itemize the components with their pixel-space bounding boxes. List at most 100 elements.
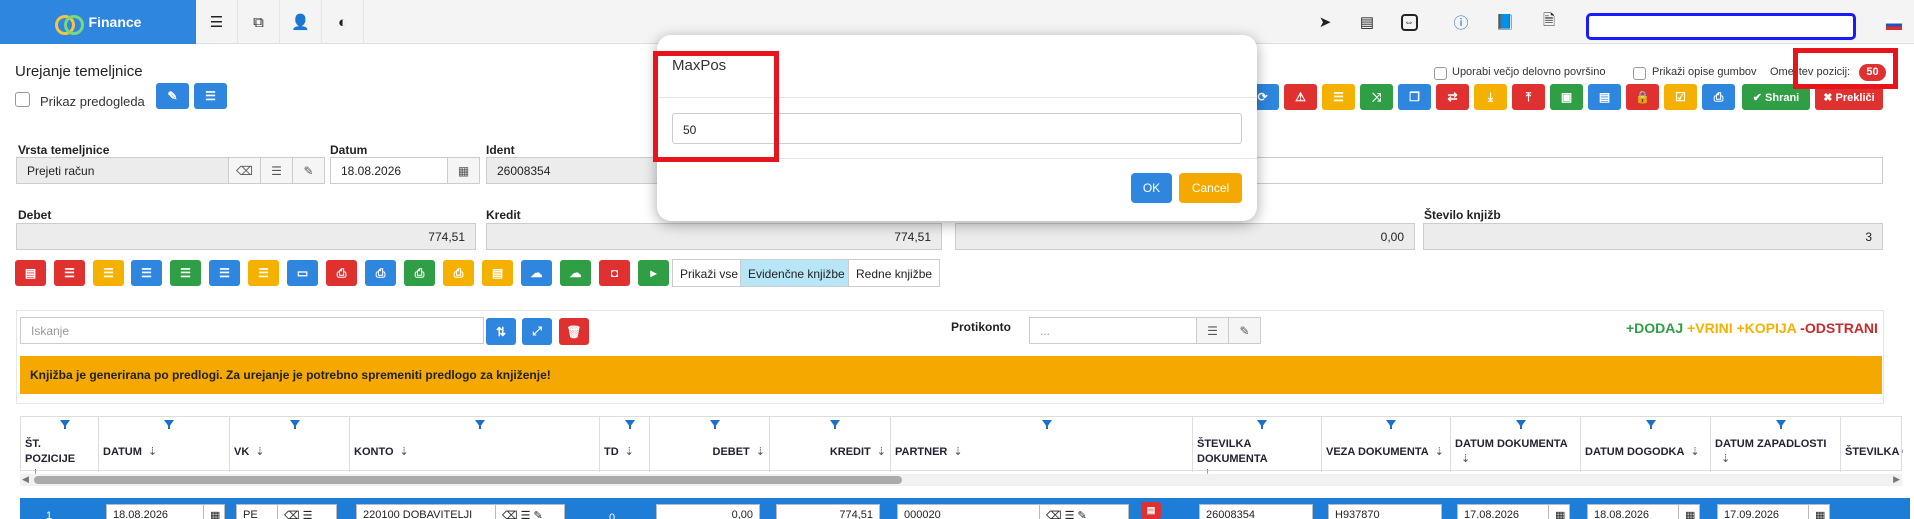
list-yellow-button[interactable]: ☰ bbox=[93, 260, 124, 286]
tab-evidence[interactable]: Evidenčne knjižbe bbox=[740, 259, 853, 287]
play-button[interactable]: ▸ bbox=[638, 260, 669, 286]
calendar-icon[interactable]: ▦ bbox=[1808, 504, 1830, 519]
paper-plane-icon[interactable]: ➤ bbox=[1304, 0, 1346, 44]
print-blue-button[interactable]: ⎙ bbox=[365, 260, 396, 286]
col-date[interactable]: DATUM ⇣ bbox=[99, 417, 230, 472]
calendar-icon[interactable]: ▦ bbox=[1548, 504, 1570, 519]
check-button[interactable]: ☑ bbox=[1664, 84, 1697, 110]
edit-icon[interactable]: ✎ bbox=[1228, 317, 1261, 344]
save-as-button[interactable]: ▤ bbox=[1588, 84, 1621, 110]
row-partner[interactable]: 000020 KEMOFARMACIJA bbox=[897, 504, 1040, 519]
col-doc-number[interactable]: ŠTEVILKA DOKUMENTA⇣ bbox=[1193, 417, 1322, 480]
row-due-date[interactable]: 17.09.2026 bbox=[1717, 504, 1809, 519]
dialog-cancel-button[interactable]: Cancel bbox=[1179, 173, 1242, 203]
row-invoice-button[interactable]: ▤ bbox=[1141, 502, 1161, 519]
tab-show-all[interactable]: Prikaži vse bbox=[672, 259, 747, 287]
list-view-button[interactable]: ☰ bbox=[194, 83, 227, 109]
col-position[interactable]: ŠT. POZICIJE⇣ bbox=[21, 417, 99, 480]
button-desc-checkbox[interactable] bbox=[1633, 67, 1646, 80]
col-doc-date[interactable]: DATUM DOKUMENTA ⇣ bbox=[1451, 417, 1581, 472]
list-red-button[interactable]: ☰ bbox=[54, 260, 85, 286]
card-icon[interactable]: ▤ bbox=[1346, 0, 1388, 44]
shuffle-button[interactable]: ⤨ bbox=[1360, 84, 1393, 110]
book-icon[interactable]: 📘 bbox=[1484, 0, 1526, 44]
preview-checkbox[interactable] bbox=[15, 92, 30, 107]
row-doc-link[interactable]: H937870 bbox=[1328, 504, 1442, 519]
row-kredit[interactable]: 774,51 bbox=[776, 504, 880, 519]
row-konto-tools[interactable]: ⌫ ☰ ✎ bbox=[495, 504, 565, 519]
row-vk[interactable]: PE bbox=[236, 504, 278, 519]
retweet-button[interactable]: ⇄ bbox=[1436, 84, 1469, 110]
row-doc-date[interactable]: 17.08.2026 bbox=[1457, 504, 1549, 519]
sort-button[interactable]: ⇅ bbox=[486, 318, 516, 345]
expand-button[interactable]: ⤢ bbox=[522, 318, 552, 345]
import-button[interactable]: ⤓ bbox=[1474, 84, 1507, 110]
list-icon[interactable]: ☰ bbox=[1196, 317, 1229, 344]
cloud-download-button[interactable]: ☁ bbox=[560, 260, 591, 286]
protikonto-input[interactable]: ... bbox=[1029, 317, 1197, 344]
ident-input[interactable]: 26008354 bbox=[486, 157, 661, 184]
col-konto[interactable]: KONTO ⇣ bbox=[350, 417, 600, 472]
col-due-date[interactable]: DATUM ZAPADLOSTI ⇣ bbox=[1711, 417, 1841, 472]
col-doc-link[interactable]: VEZA DOKUMENTA ⇣ bbox=[1322, 417, 1451, 472]
print-button[interactable]: ⎙ bbox=[1702, 84, 1735, 110]
external-link-icon[interactable]: ⧉ bbox=[238, 0, 280, 44]
col-number-o[interactable]: ŠTEVILKA O bbox=[1841, 417, 1903, 472]
list-blue-button[interactable]: ☰ bbox=[131, 260, 162, 286]
description-input[interactable] bbox=[1240, 157, 1883, 184]
card-button[interactable]: ▭ bbox=[287, 260, 318, 286]
export-button[interactable]: ⤒ bbox=[1512, 84, 1545, 110]
row-doc-number[interactable]: 26008354 bbox=[1199, 504, 1313, 519]
remove-action[interactable]: -ODSTRANI bbox=[1800, 320, 1878, 336]
lock-button[interactable]: 🔒 bbox=[1626, 84, 1659, 110]
save-small-button[interactable]: ▣ bbox=[1550, 84, 1583, 110]
info-icon[interactable]: ⓘ bbox=[1440, 0, 1482, 44]
calendar-icon[interactable]: ▦ bbox=[203, 504, 225, 519]
contrast-icon[interactable]: ◐ bbox=[322, 0, 364, 44]
print-green-button[interactable]: ⎙ bbox=[404, 260, 435, 286]
ok-button[interactable]: OK bbox=[1131, 173, 1172, 203]
row-debet[interactable]: 0,00 bbox=[656, 504, 760, 519]
add-action[interactable]: +DODAJ bbox=[1626, 320, 1683, 336]
row-konto[interactable]: 220100 DOBAVITELJI bbox=[356, 504, 496, 519]
list-green-button[interactable]: ☰ bbox=[170, 260, 201, 286]
teamviewer-icon[interactable]: ⇔ bbox=[1388, 0, 1430, 44]
scrollbar-thumb[interactable] bbox=[34, 476, 902, 484]
stop-button[interactable]: ◘ bbox=[599, 260, 630, 286]
copy-button[interactable]: ❐ bbox=[1398, 84, 1431, 110]
tab-regular[interactable]: Redne knjižbe bbox=[848, 259, 941, 287]
row-date[interactable]: 18.08.2026 bbox=[106, 504, 204, 519]
list-icon[interactable]: ☰ bbox=[260, 157, 293, 184]
col-kredit[interactable]: KREDIT ⇣ bbox=[770, 417, 891, 472]
cloud-upload-button[interactable]: ☁ bbox=[521, 260, 552, 286]
col-vk[interactable]: VK ⇣ bbox=[230, 417, 350, 472]
col-debet[interactable]: DEBET ⇣ bbox=[650, 417, 770, 472]
grid-red-button[interactable]: ▤ bbox=[15, 260, 46, 286]
calendar-icon[interactable]: ▦ bbox=[447, 157, 480, 184]
print-red-button[interactable]: ⎙ bbox=[326, 260, 357, 286]
list-icon[interactable]: ☰ bbox=[196, 0, 238, 44]
pencil-icon[interactable]: ✎ bbox=[292, 157, 325, 184]
search-input[interactable]: Iskanje bbox=[20, 317, 484, 344]
list-yellow2-button[interactable]: ☰ bbox=[248, 260, 279, 286]
col-partner[interactable]: PARTNER ⇣ bbox=[891, 417, 1193, 472]
row-partner-tools[interactable]: ⌫ ☰ ✎ bbox=[1039, 504, 1129, 519]
user-secret-icon[interactable]: 👤 bbox=[280, 0, 322, 44]
app-brand[interactable]: Finance bbox=[0, 0, 196, 44]
copy-action[interactable]: +KOPIJA bbox=[1736, 320, 1796, 336]
print-yellow-button[interactable]: ⎙ bbox=[443, 260, 474, 286]
list-yellow-button[interactable]: ☰ bbox=[1322, 84, 1355, 110]
col-td[interactable]: TD ⇣ bbox=[600, 417, 650, 472]
row-vk-tools[interactable]: ⌫ ☰ bbox=[277, 504, 337, 519]
row-event-date[interactable]: 18.08.2026 bbox=[1587, 504, 1679, 519]
eraser-icon[interactable]: ⌫ bbox=[228, 157, 261, 184]
file-icon[interactable]: 🗎 bbox=[1528, 0, 1570, 44]
wide-workspace-checkbox[interactable] bbox=[1434, 67, 1447, 80]
warning-button[interactable]: ⚠ bbox=[1284, 84, 1317, 110]
trash-button[interactable]: 🗑 bbox=[559, 318, 589, 345]
global-search-input[interactable] bbox=[1586, 13, 1856, 40]
edit-button[interactable]: ✎ bbox=[156, 83, 189, 109]
insert-action[interactable]: +VRINI bbox=[1687, 320, 1733, 336]
datum-input[interactable]: 18.08.2026 bbox=[330, 157, 448, 184]
slovenia-flag-icon[interactable] bbox=[1886, 20, 1902, 30]
